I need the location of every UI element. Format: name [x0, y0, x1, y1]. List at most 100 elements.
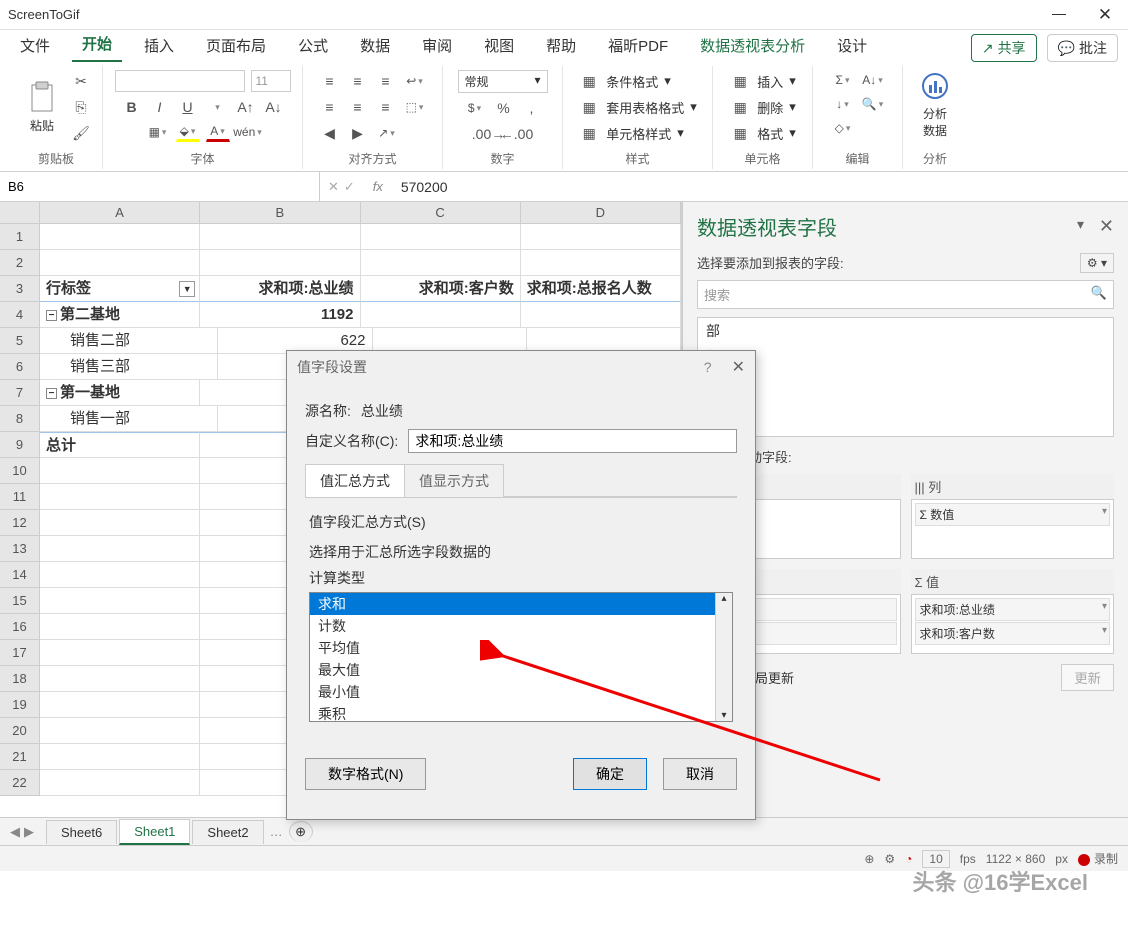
wrap-text[interactable]: ↩	[403, 71, 427, 91]
inc-decimal[interactable]: .00→	[478, 123, 500, 145]
percent[interactable]: %	[493, 97, 515, 119]
share-button[interactable]: ↗ 共享	[971, 34, 1037, 62]
align-center[interactable]: ≡	[347, 96, 369, 118]
prev-sheet[interactable]: ◀	[10, 824, 20, 840]
new-sheet-button[interactable]: ⊕	[289, 821, 313, 842]
fps-value[interactable]: 10	[922, 850, 949, 868]
field-item[interactable]: 组	[698, 370, 1113, 396]
dialog-help-button[interactable]: ?	[704, 359, 712, 375]
minimize-button[interactable]	[1036, 0, 1082, 30]
tab-insert[interactable]: 插入	[134, 29, 184, 62]
align-mid[interactable]: ≡	[347, 70, 369, 92]
row-header[interactable]: 21	[0, 744, 40, 770]
close-button[interactable]: ✕	[1082, 0, 1128, 30]
pane-gear-button[interactable]: ⚙ ▾	[1080, 253, 1114, 273]
row-header[interactable]: 5	[0, 328, 40, 354]
row-header[interactable]: 4	[0, 302, 40, 328]
delete-cells-button[interactable]: ▦删除 ▾	[729, 96, 796, 118]
border-button[interactable]: ▦	[146, 122, 170, 142]
field-item[interactable]: 部	[698, 344, 1113, 370]
currency[interactable]: $	[463, 98, 487, 118]
formula-input[interactable]: 570200	[393, 179, 1128, 195]
autosum[interactable]: Σ	[831, 70, 855, 90]
row-header[interactable]: 8	[0, 406, 40, 432]
analyze-data-button[interactable]: 分析 数据	[913, 70, 957, 140]
underline-drop[interactable]	[205, 97, 229, 117]
row-header[interactable]: 3	[0, 276, 40, 302]
zone-columns[interactable]: ||| 列 Σ 数值▾	[911, 474, 1115, 559]
clear[interactable]: ◇	[831, 118, 855, 138]
filter-dropdown-icon[interactable]: ▼	[179, 281, 195, 297]
pivot-group-row[interactable]: −第一基地	[40, 380, 200, 406]
fx-button[interactable]: fx	[363, 179, 393, 194]
cancel-button[interactable]: 取消	[663, 758, 737, 790]
next-sheet[interactable]: ▶	[24, 824, 34, 840]
row-header[interactable]: 12	[0, 510, 40, 536]
pivot-item-row[interactable]: 销售二部	[40, 328, 218, 354]
fill[interactable]: ↓	[831, 94, 855, 114]
tab-formula[interactable]: 公式	[288, 29, 338, 62]
field-item[interactable]: 部	[698, 318, 1113, 344]
update-button[interactable]: 更新	[1061, 664, 1114, 691]
row-header[interactable]: 14	[0, 562, 40, 588]
italic-button[interactable]: I	[149, 96, 171, 118]
tab-summarize-by[interactable]: 值汇总方式	[305, 464, 405, 497]
row-header[interactable]: 20	[0, 718, 40, 744]
field-item[interactable]: 数	[698, 402, 1113, 428]
name-box[interactable]	[0, 172, 320, 201]
sort-filter[interactable]: A↓	[861, 70, 885, 90]
row-header[interactable]: 19	[0, 692, 40, 718]
format-painter-button[interactable]: 🖌	[70, 122, 92, 144]
pivot-row-label-header[interactable]: 行标签▼	[40, 276, 200, 302]
align-bot[interactable]: ≡	[375, 70, 397, 92]
listbox-scrollbar[interactable]: ▴▾	[715, 593, 732, 721]
sheet-tab-active[interactable]: Sheet1	[119, 819, 190, 845]
sheet-tab[interactable]: Sheet2	[192, 820, 263, 844]
pivot-group-row[interactable]: −第二基地	[40, 302, 200, 328]
pane-close-button[interactable]: ✕	[1099, 216, 1114, 237]
field-search-input[interactable]: 搜索 🔍	[697, 280, 1114, 309]
tab-data[interactable]: 数据	[350, 29, 400, 62]
row-header[interactable]: 2	[0, 250, 40, 276]
tab-layout[interactable]: 页面布局	[196, 29, 276, 62]
row-header[interactable]: 18	[0, 666, 40, 692]
cancel-fx-icon[interactable]: ✕	[328, 179, 339, 195]
paste-button[interactable]: 粘贴	[20, 72, 64, 142]
cond-format-button[interactable]: ▦条件格式 ▾	[578, 70, 671, 92]
row-header[interactable]: 13	[0, 536, 40, 562]
merge-button[interactable]: ⬚	[403, 97, 427, 117]
row-header[interactable]: 6	[0, 354, 40, 380]
row-header[interactable]: 10	[0, 458, 40, 484]
dec-decimal[interactable]: ←.00	[506, 123, 528, 145]
underline-button[interactable]: U	[177, 96, 199, 118]
tab-design[interactable]: 设计	[827, 29, 877, 62]
row-header[interactable]: 11	[0, 484, 40, 510]
align-right[interactable]: ≡	[375, 96, 397, 118]
phonetic-button[interactable]: wén	[236, 122, 260, 142]
row-header[interactable]: 22	[0, 770, 40, 796]
target-icon[interactable]: ⊕	[864, 852, 874, 866]
tab-home[interactable]: 开始	[72, 27, 122, 62]
tab-file[interactable]: 文件	[10, 29, 60, 62]
col-header-d[interactable]: D	[521, 202, 681, 224]
align-left[interactable]: ≡	[319, 96, 341, 118]
record-button[interactable]: 录制	[1078, 850, 1118, 867]
row-header[interactable]: 7	[0, 380, 40, 406]
pivot-item-row[interactable]: 销售一部	[40, 406, 218, 432]
custom-name-input[interactable]	[408, 429, 737, 453]
number-format-button[interactable]: 数字格式(N)	[305, 758, 426, 790]
select-all-corner[interactable]	[0, 202, 40, 224]
comma[interactable]: ,	[521, 97, 543, 119]
font-color[interactable]: A	[206, 122, 230, 142]
col-header-b[interactable]: B	[200, 202, 360, 224]
align-top[interactable]: ≡	[319, 70, 341, 92]
calc-option-min[interactable]: 最小值	[310, 681, 732, 703]
tab-view[interactable]: 视图	[474, 29, 524, 62]
tab-help[interactable]: 帮助	[536, 29, 586, 62]
row-header[interactable]: 15	[0, 588, 40, 614]
bold-button[interactable]: B	[121, 96, 143, 118]
tab-pivot-analyze[interactable]: 数据透视表分析	[690, 29, 815, 62]
zone-values[interactable]: Σ 值 求和项:总业绩▾ 求和项:客户数▾	[911, 569, 1115, 654]
collapse-icon[interactable]: −	[46, 310, 57, 321]
number-format-select[interactable]: 常规▾	[458, 70, 548, 93]
